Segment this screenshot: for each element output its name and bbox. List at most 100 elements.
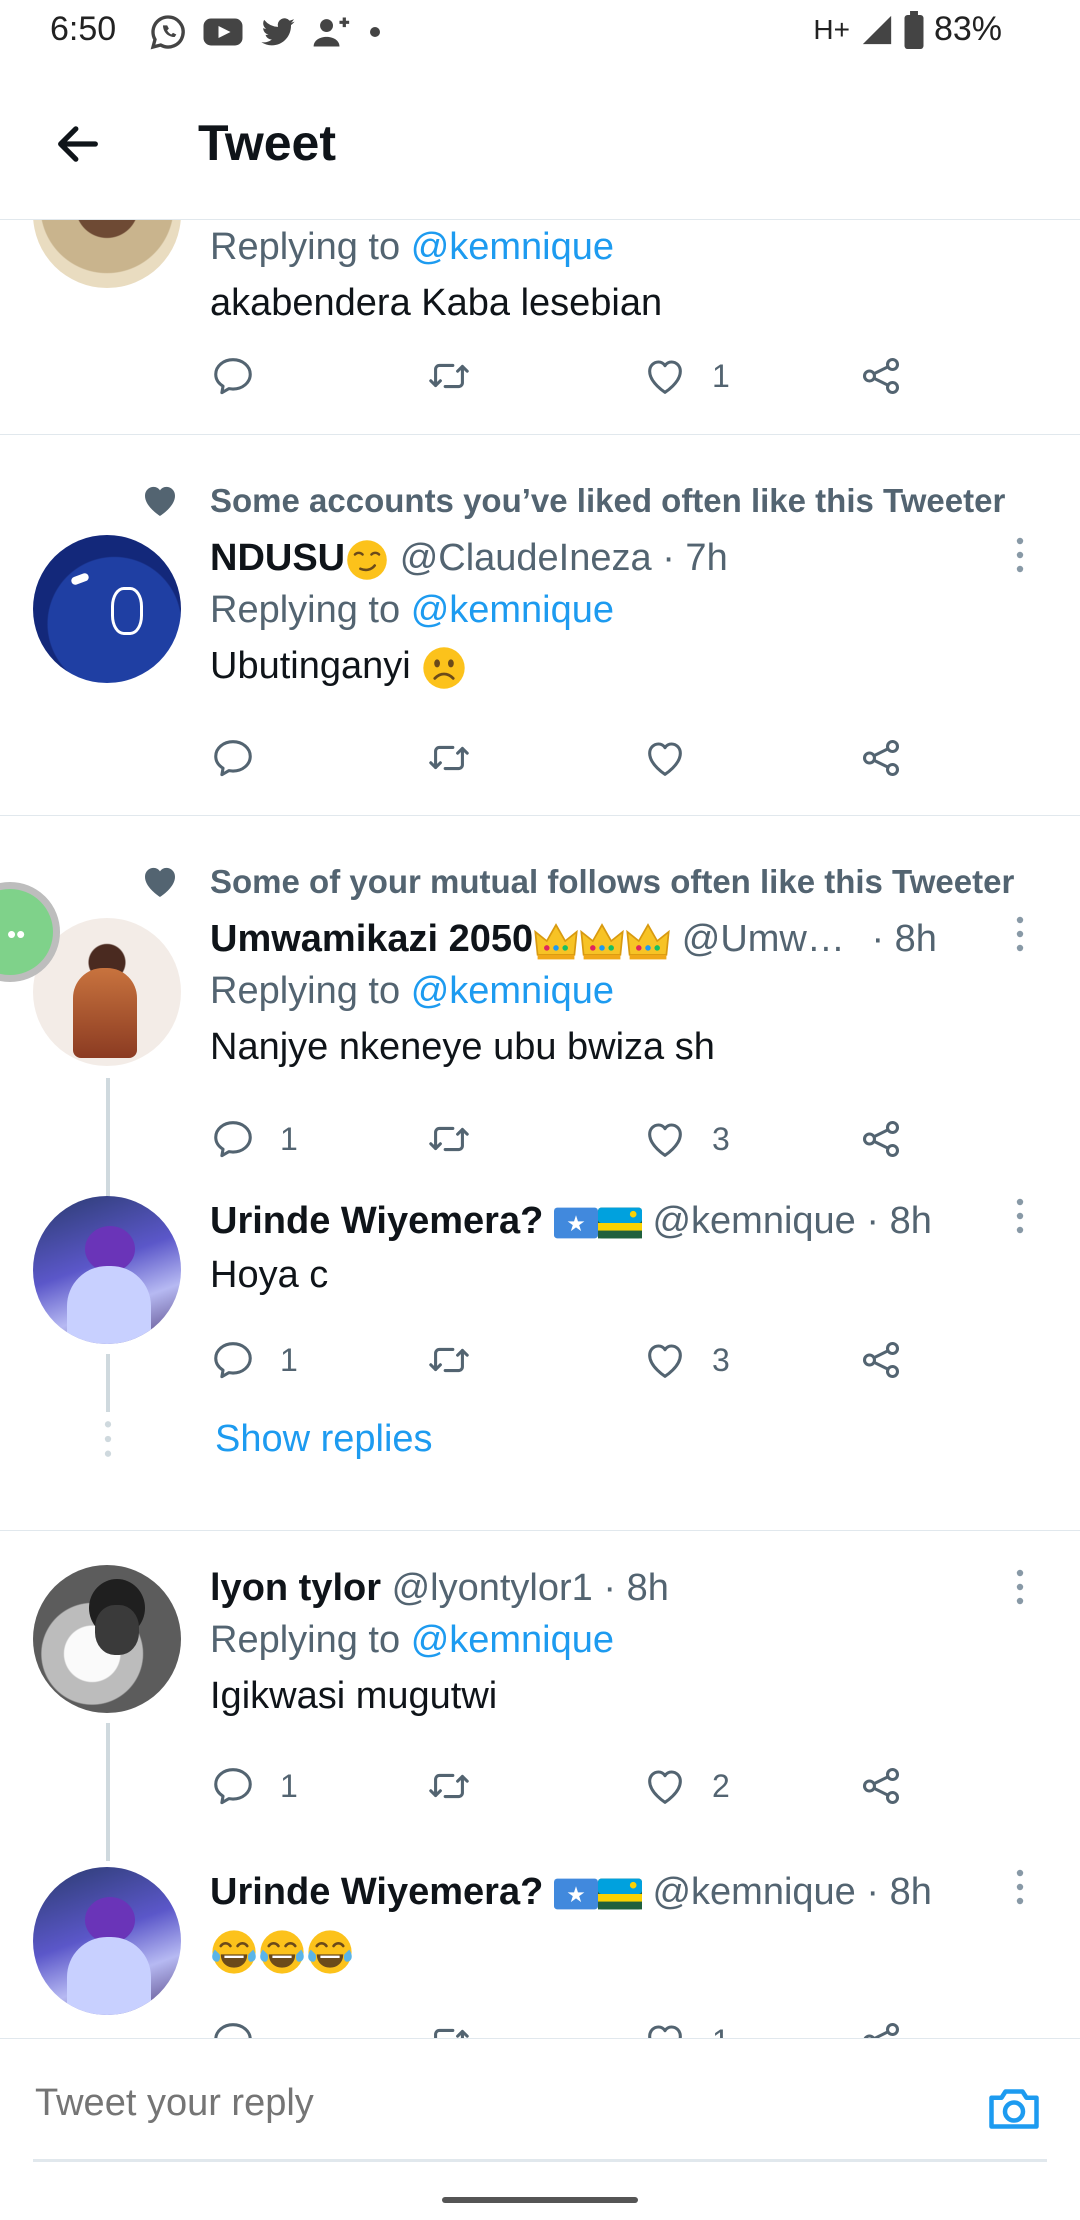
show-replies-link[interactable]: Show replies bbox=[215, 1418, 433, 1461]
share-button[interactable] bbox=[858, 1330, 904, 1390]
reply-icon bbox=[210, 1116, 256, 1162]
tweet-feed[interactable]: Replying to @kemnique akabendera Kaba le… bbox=[0, 220, 1080, 2038]
retweet-button[interactable] bbox=[426, 2011, 496, 2038]
crown-emoji-icon bbox=[579, 919, 625, 963]
reply-input[interactable] bbox=[33, 2073, 913, 2133]
reply-button[interactable]: 1 bbox=[210, 1330, 298, 1390]
back-arrow-icon[interactable] bbox=[52, 118, 104, 170]
somalia-flag-icon bbox=[554, 1207, 598, 1239]
heart-badge-icon bbox=[140, 481, 180, 521]
app-header: Tweet bbox=[0, 66, 1080, 220]
tweet-actions: 1 3 bbox=[210, 1330, 970, 1390]
crown-emoji-icon bbox=[533, 919, 579, 963]
display-name[interactable]: NDUSU bbox=[210, 537, 345, 579]
tweet-item[interactable]: Urinde Wiyemera? @kemnique · 8h 1 bbox=[0, 1861, 1080, 2038]
display-name[interactable]: Umwamikazi 2050 bbox=[210, 918, 533, 960]
display-name[interactable]: Urinde Wiyemera? bbox=[210, 1871, 543, 1913]
tweet-body: lyon tylor @lyontylor1 · 8h Replying to … bbox=[210, 1563, 1050, 1725]
reply-count: 1 bbox=[280, 1767, 298, 1804]
retweet-button[interactable] bbox=[426, 1109, 496, 1169]
heart-badge-icon bbox=[140, 862, 180, 902]
retweet-button[interactable] bbox=[426, 728, 496, 788]
reply-button[interactable] bbox=[210, 728, 280, 788]
replying-to: Replying to @kemnique bbox=[210, 1619, 615, 1661]
reply-icon bbox=[210, 2018, 256, 2038]
tweet-actions: 1 bbox=[210, 2011, 970, 2038]
tweet-header: NDUSU @ClaudeIneza · 7h bbox=[210, 533, 1050, 583]
share-button[interactable] bbox=[858, 728, 904, 788]
reply-to-link[interactable]: @kemnique bbox=[411, 226, 614, 268]
status-bar: 6:50 H+ 83% bbox=[0, 0, 1080, 66]
like-icon bbox=[642, 1116, 688, 1162]
tweet-text: akabendera Kaba lesebian bbox=[210, 282, 663, 324]
status-time: 6:50 bbox=[50, 10, 117, 48]
retweet-button[interactable] bbox=[426, 346, 496, 406]
like-button[interactable]: 3 bbox=[642, 1109, 730, 1169]
tweet-actions: 1 3 bbox=[210, 1109, 970, 1169]
reply-to-link[interactable]: @kemnique bbox=[411, 1619, 614, 1661]
add-contact-icon bbox=[313, 17, 350, 47]
tweet-header: Urinde Wiyemera? @kemnique · 8h bbox=[210, 1867, 1050, 1917]
share-button[interactable] bbox=[858, 1109, 904, 1169]
notification-icons bbox=[148, 12, 382, 52]
reply-button[interactable] bbox=[210, 346, 280, 406]
thread-line bbox=[106, 1354, 110, 1412]
like-button[interactable] bbox=[642, 728, 712, 788]
reply-to-link[interactable]: @kemnique bbox=[411, 589, 614, 631]
share-button[interactable] bbox=[858, 346, 904, 406]
tweet-time: · 8h bbox=[866, 1200, 932, 1242]
avatar[interactable] bbox=[33, 220, 181, 288]
avatar[interactable] bbox=[33, 1196, 181, 1344]
retweet-icon bbox=[426, 2018, 472, 2038]
tweet-text: Ubutinganyi bbox=[210, 637, 1050, 695]
share-icon bbox=[858, 2018, 904, 2038]
like-button[interactable]: 3 bbox=[642, 1330, 730, 1390]
user-handle: @lyontylor1 bbox=[391, 1567, 593, 1609]
tears-of-joy-emoji-icon bbox=[306, 1928, 354, 1976]
thread-line bbox=[106, 1723, 110, 1861]
share-button[interactable] bbox=[858, 1756, 904, 1816]
tweet-item[interactable]: Some of your mutual follows often like t… bbox=[0, 816, 1080, 1228]
display-name[interactable]: lyon tylor bbox=[210, 1567, 381, 1609]
social-context: Some of your mutual follows often like t… bbox=[140, 862, 1014, 902]
like-button[interactable]: 1 bbox=[642, 346, 730, 406]
camera-icon[interactable] bbox=[984, 2079, 1044, 2139]
home-indicator[interactable] bbox=[442, 2197, 638, 2203]
user-handle: @ClaudeIneza bbox=[399, 537, 652, 579]
tweet-text: Nanjye nkeneye ubu bwiza sh bbox=[210, 1026, 715, 1068]
rwanda-flag-icon bbox=[598, 1207, 642, 1239]
like-count: 1 bbox=[712, 357, 730, 394]
retweet-button[interactable] bbox=[426, 1330, 496, 1390]
tweet-item[interactable]: Replying to @kemnique akabendera Kaba le… bbox=[0, 220, 1080, 434]
display-name[interactable]: Urinde Wiyemera? bbox=[210, 1200, 543, 1242]
like-count: 1 bbox=[712, 2023, 730, 2039]
reply-button[interactable] bbox=[210, 2011, 280, 2038]
retweet-button[interactable] bbox=[426, 1756, 496, 1816]
reply-to-link[interactable]: @kemnique bbox=[411, 970, 614, 1012]
avatar[interactable] bbox=[33, 1565, 181, 1713]
share-icon bbox=[858, 1763, 904, 1809]
like-icon bbox=[642, 1763, 688, 1809]
reply-button[interactable]: 1 bbox=[210, 1109, 298, 1169]
tweet-item[interactable]: Urinde Wiyemera? @kemnique · 8h Hoya c 1… bbox=[0, 1196, 1080, 1550]
like-button[interactable]: 1 bbox=[642, 2011, 730, 2038]
youtube-icon bbox=[203, 18, 243, 46]
social-context: Some accounts you’ve liked often like th… bbox=[140, 481, 1005, 521]
tweet-time: · 8h bbox=[866, 1871, 932, 1913]
avatar[interactable] bbox=[33, 1867, 181, 2015]
reply-composer bbox=[0, 2038, 1080, 2220]
user-handle: @kemnique bbox=[652, 1200, 856, 1242]
tweet-actions: 1 bbox=[210, 346, 970, 406]
share-button[interactable] bbox=[858, 2011, 904, 2038]
tweet-item[interactable]: Some accounts you’ve liked often like th… bbox=[0, 435, 1080, 815]
like-icon bbox=[642, 735, 688, 781]
reply-button[interactable]: 1 bbox=[210, 1756, 298, 1816]
avatar[interactable] bbox=[33, 535, 181, 683]
share-icon bbox=[858, 735, 904, 781]
whatsapp-icon bbox=[150, 15, 185, 50]
retweet-icon bbox=[426, 353, 472, 399]
reply-icon bbox=[210, 353, 256, 399]
battery-level: 83% bbox=[933, 10, 1002, 48]
tweet-item[interactable]: lyon tylor @lyontylor1 · 8h Replying to … bbox=[0, 1531, 1080, 1861]
like-button[interactable]: 2 bbox=[642, 1756, 730, 1816]
